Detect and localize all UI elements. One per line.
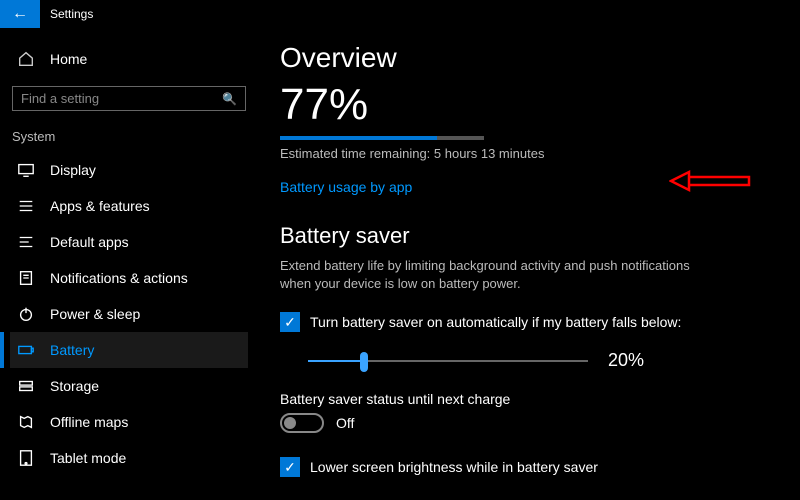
saver-status-label: Battery saver status until next charge [280, 391, 770, 407]
brightness-checkbox-label: Lower screen brightness while in battery… [310, 459, 598, 475]
saver-toggle[interactable] [280, 413, 324, 433]
battery-progress-fill [280, 136, 437, 140]
list-icon [16, 197, 36, 215]
brightness-checkbox[interactable]: ✓ [280, 457, 300, 477]
sidebar-item-power-sleep[interactable]: Power & sleep [10, 296, 248, 332]
sidebar-item-label: Power & sleep [50, 306, 140, 322]
battery-eta: Estimated time remaining: 5 hours 13 min… [280, 146, 770, 161]
sidebar-item-offline-maps[interactable]: Offline maps [10, 404, 248, 440]
default-apps-icon [16, 233, 36, 251]
threshold-slider[interactable] [308, 351, 588, 371]
checkmark-icon: ✓ [284, 314, 296, 331]
sidebar-item-label: Tablet mode [50, 450, 126, 466]
sidebar-item-display[interactable]: Display [10, 152, 248, 188]
display-icon [16, 161, 36, 179]
auto-saver-checkbox-row: ✓ Turn battery saver on automatically if… [280, 312, 770, 332]
battery-saver-heading: Battery saver [280, 223, 770, 249]
tablet-icon [16, 449, 36, 467]
sidebar-item-label: Default apps [50, 234, 129, 250]
home-label: Home [50, 51, 87, 67]
overview-heading: Overview [280, 42, 770, 74]
window-title: Settings [40, 7, 93, 21]
sidebar: Home 🔍 System Display Apps & features De… [0, 28, 258, 500]
sidebar-item-label: Battery [50, 342, 94, 358]
search-box[interactable]: 🔍 [12, 86, 246, 111]
battery-progress-bar [280, 136, 484, 140]
battery-usage-link[interactable]: Battery usage by app [280, 179, 412, 195]
power-icon [16, 305, 36, 323]
battery-saver-description: Extend battery life by limiting backgrou… [280, 257, 700, 292]
toggle-knob [284, 417, 296, 429]
back-button[interactable]: ← [0, 0, 40, 28]
sidebar-item-label: Apps & features [50, 198, 150, 214]
brightness-checkbox-row: ✓ Lower screen brightness while in batte… [280, 457, 770, 477]
sidebar-item-default-apps[interactable]: Default apps [10, 224, 248, 260]
sidebar-item-apps-features[interactable]: Apps & features [10, 188, 248, 224]
sidebar-item-storage[interactable]: Storage [10, 368, 248, 404]
sidebar-section-label: System [10, 125, 248, 152]
sidebar-home[interactable]: Home [10, 42, 248, 76]
sidebar-item-label: Storage [50, 378, 99, 394]
search-input[interactable] [21, 91, 222, 106]
storage-icon [16, 377, 36, 395]
sidebar-item-label: Offline maps [50, 414, 128, 430]
maps-icon [16, 413, 36, 431]
sidebar-item-tablet-mode[interactable]: Tablet mode [10, 440, 248, 476]
home-icon [16, 50, 36, 68]
saver-toggle-state: Off [336, 415, 354, 431]
notifications-icon [16, 269, 36, 287]
battery-percent: 77% [280, 80, 770, 130]
threshold-value: 20% [608, 350, 644, 371]
checkmark-icon: ✓ [284, 459, 296, 476]
arrow-left-icon: ← [12, 5, 28, 23]
saver-toggle-row: Off [280, 413, 770, 433]
sidebar-item-notifications[interactable]: Notifications & actions [10, 260, 248, 296]
auto-saver-checkbox[interactable]: ✓ [280, 312, 300, 332]
sidebar-item-label: Notifications & actions [50, 270, 188, 286]
annotation-arrow [669, 169, 754, 198]
sidebar-item-label: Display [50, 162, 96, 178]
search-icon: 🔍 [222, 92, 237, 106]
battery-icon [16, 341, 36, 359]
window-header: ← Settings [0, 0, 800, 28]
content: Overview 77% Estimated time remaining: 5… [258, 28, 800, 500]
auto-saver-checkbox-label: Turn battery saver on automatically if m… [310, 314, 681, 330]
sidebar-item-battery[interactable]: Battery [10, 332, 248, 368]
threshold-slider-row: 20% [308, 350, 770, 371]
